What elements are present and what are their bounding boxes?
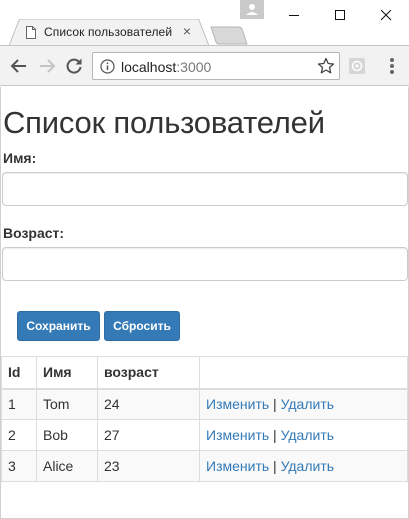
- header-age: возраст: [97, 356, 200, 390]
- table-header-row: Id Имя возраст: [1, 356, 408, 390]
- url-text[interactable]: localhost:3000: [121, 59, 211, 75]
- minimize-icon: [289, 15, 299, 16]
- link-separator: |: [273, 427, 277, 443]
- link-separator: |: [273, 396, 277, 413]
- forward-arrow-icon[interactable]: [37, 56, 57, 76]
- cell-actions: Изменить | Удалить: [199, 450, 408, 482]
- delete-link[interactable]: Удалить: [281, 458, 334, 474]
- close-window-button[interactable]: [363, 0, 409, 30]
- page-content: Список пользователей Имя: Возраст: Сохра…: [0, 87, 409, 519]
- close-icon: [381, 10, 392, 21]
- cell-id: 3: [1, 450, 37, 482]
- url-port: :3000: [176, 59, 212, 75]
- name-label: Имя:: [3, 150, 37, 166]
- name-input[interactable]: [2, 172, 408, 206]
- cell-age: 27: [97, 419, 200, 451]
- address-bar[interactable]: localhost:3000: [92, 52, 340, 80]
- reset-button[interactable]: Сбросить: [104, 311, 180, 341]
- header-id: Id: [1, 356, 37, 390]
- page-title: Список пользователей: [3, 105, 325, 140]
- profile-avatar-icon[interactable]: [240, 0, 264, 19]
- cell-actions: Изменить | Удалить: [199, 388, 408, 420]
- link-separator: |: [273, 458, 277, 474]
- header-name: Имя: [36, 356, 98, 390]
- extension-icon[interactable]: [348, 57, 366, 75]
- reload-icon[interactable]: [64, 56, 84, 76]
- age-label: Возраст:: [3, 225, 65, 241]
- document-icon: [26, 26, 36, 39]
- edit-link[interactable]: Изменить: [206, 427, 269, 443]
- back-arrow-icon[interactable]: [9, 56, 29, 76]
- tab-close-icon[interactable]: ×: [180, 24, 194, 38]
- edit-link[interactable]: Изменить: [206, 396, 269, 412]
- edit-link[interactable]: Изменить: [206, 458, 269, 474]
- info-icon[interactable]: [100, 59, 115, 74]
- tab-title: Список пользователей: [44, 25, 173, 39]
- table-row: 3 Alice 23 Изменить | Удалить: [1, 450, 408, 482]
- table-row: 1 Tom 24 Изменить | Удалить: [1, 388, 408, 420]
- cell-age: 24: [97, 388, 200, 420]
- browser-toolbar: localhost:3000: [0, 46, 409, 86]
- cell-id: 1: [1, 388, 37, 420]
- maximize-button[interactable]: [317, 0, 363, 30]
- cell-name: Alice: [36, 450, 98, 482]
- save-button[interactable]: Сохранить: [17, 311, 100, 341]
- star-icon[interactable]: [317, 57, 335, 75]
- delete-link[interactable]: Удалить: [281, 396, 334, 412]
- cell-age: 23: [97, 450, 200, 482]
- delete-link[interactable]: Удалить: [281, 427, 334, 443]
- age-input[interactable]: [2, 247, 408, 281]
- kebab-menu-icon[interactable]: [390, 58, 394, 74]
- maximize-icon: [335, 10, 345, 20]
- browser-titlebar: Список пользователей ×: [0, 0, 409, 46]
- minimize-button[interactable]: [271, 0, 317, 30]
- users-table: Id Имя возраст 1 Tom 24 Изменить | Удали…: [1, 356, 408, 482]
- url-host: localhost: [121, 59, 177, 75]
- table-row: 2 Bob 27 Изменить | Удалить: [1, 419, 408, 451]
- browser-tab[interactable]: Список пользователей ×: [9, 19, 209, 46]
- new-tab-button[interactable]: [209, 26, 249, 46]
- header-actions: [199, 356, 408, 390]
- cell-actions: Изменить | Удалить: [199, 419, 408, 451]
- cell-name: Bob: [36, 419, 98, 451]
- cell-name: Tom: [36, 388, 98, 420]
- cell-id: 2: [1, 419, 37, 451]
